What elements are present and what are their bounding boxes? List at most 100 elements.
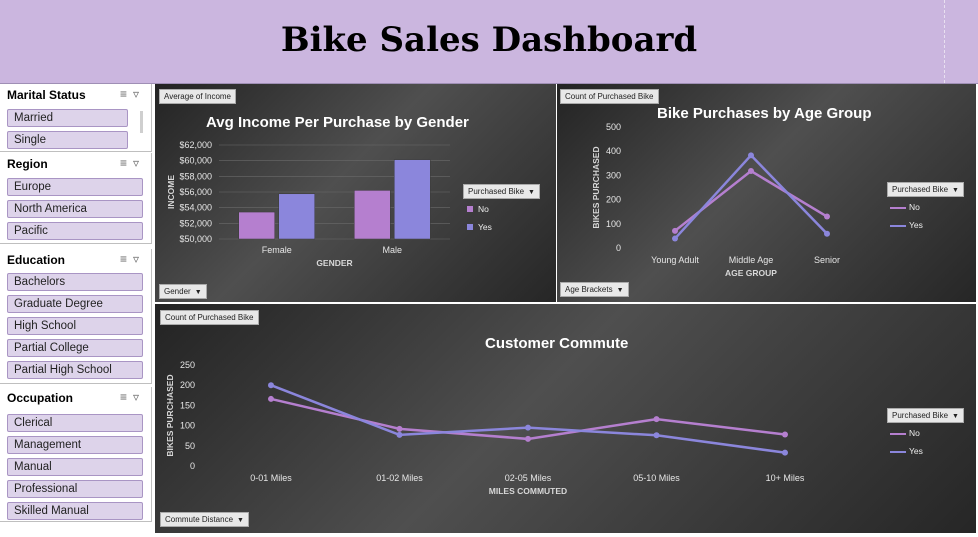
- legend-item-no: No: [890, 426, 923, 444]
- slicer-item-professional[interactable]: Professional: [7, 480, 143, 498]
- y-tick-label: $54,000: [179, 203, 212, 213]
- clear-filter-icon[interactable]: ▿: [133, 252, 145, 266]
- point-yes-1: [748, 152, 754, 159]
- legend-label: No: [909, 428, 920, 438]
- legend-swatch: [890, 450, 906, 453]
- chart-legend: No Yes: [467, 202, 492, 238]
- axis-field-label: Gender: [164, 287, 191, 296]
- point-yes-2: [525, 424, 531, 431]
- legend-label: Yes: [478, 222, 492, 232]
- y-tick-label: 0: [616, 243, 621, 253]
- legend-item-no: No: [890, 200, 923, 218]
- y-tick-label: $52,000: [179, 218, 212, 228]
- dropdown-arrow-icon: ▼: [237, 517, 244, 524]
- legend-item-no: No: [467, 202, 492, 220]
- x-tick-label: Young Adult: [651, 255, 699, 265]
- multi-select-icon[interactable]: ≡: [120, 252, 133, 266]
- slicer-item-graduate-degree[interactable]: Graduate Degree: [7, 295, 143, 313]
- x-tick-label: Middle Age: [729, 255, 774, 265]
- legend-label: No: [478, 204, 489, 214]
- legend-swatch: [890, 432, 906, 435]
- clear-filter-icon[interactable]: ▿: [133, 156, 145, 170]
- slicer-region: Region ≡▿ Europe North America Pacific: [0, 153, 152, 244]
- point-yes-0: [268, 382, 274, 389]
- slicer-item-high-school[interactable]: High School: [7, 317, 143, 335]
- slicer-item-management[interactable]: Management: [7, 436, 143, 454]
- slicer-scrollbar[interactable]: [140, 111, 143, 133]
- y-tick-label: 500: [606, 122, 621, 132]
- slicer-title: Occupation: [7, 391, 74, 405]
- slicer-item-married[interactable]: Married: [7, 109, 128, 127]
- x-axis-label: GENDER: [316, 258, 352, 268]
- x-axis-label: MILES COMMUTED: [489, 486, 567, 496]
- x-tick-label: 10+ Miles: [766, 473, 805, 483]
- y-tick-label: $50,000: [179, 234, 212, 244]
- slicer-header: Region ≡▿: [0, 153, 151, 175]
- slicer-item-skilled-manual[interactable]: Skilled Manual: [7, 502, 143, 520]
- slicer-item-single[interactable]: Single: [7, 131, 128, 149]
- point-yes-2: [824, 230, 830, 237]
- dropdown-arrow-icon: ▼: [194, 289, 202, 296]
- series-line-yes: [674, 153, 828, 240]
- y-tick-label: $60,000: [179, 156, 212, 166]
- y-tick-label: 400: [606, 146, 621, 156]
- slicer-item-europe[interactable]: Europe: [7, 178, 143, 196]
- legend-title: Purchased Bike: [892, 411, 949, 420]
- chart-legend: No Yes: [890, 200, 923, 236]
- slicer-title: Education: [7, 253, 66, 267]
- bar-no-female: [238, 211, 275, 240]
- income-chart-panel: Average of Income Avg Income Per Purchas…: [155, 84, 556, 302]
- legend-field-button[interactable]: Purchased Bike ▼: [463, 184, 540, 199]
- legend-field-button[interactable]: Purchased Bike ▼: [887, 408, 964, 423]
- axis-field-button[interactable]: Age Brackets ▼: [560, 282, 629, 297]
- slicer-education: Education ≡▿ Bachelors Graduate Degree H…: [0, 249, 152, 384]
- multi-select-icon[interactable]: ≡: [120, 390, 133, 404]
- x-tick-label: Female: [262, 245, 292, 255]
- point-no-3: [653, 416, 660, 423]
- axis-field-label: Age Brackets: [565, 285, 613, 294]
- multi-select-icon[interactable]: ≡: [120, 156, 133, 170]
- point-no-1: [748, 168, 754, 175]
- y-axis-label: BIKES PURCHASED: [165, 374, 175, 456]
- clear-filter-icon[interactable]: ▿: [133, 87, 145, 101]
- slicer-item-partial-college[interactable]: Partial College: [7, 339, 143, 357]
- y-tick-label: 0: [190, 461, 195, 471]
- point-no-2: [824, 213, 830, 220]
- y-tick-label: 200: [180, 380, 195, 390]
- y-tick-label: 300: [606, 170, 621, 180]
- legend-swatch: [467, 224, 473, 230]
- axis-field-button[interactable]: Commute Distance ▼: [160, 512, 249, 527]
- slicer-item-manual[interactable]: Manual: [7, 458, 143, 476]
- slicer-item-bachelors[interactable]: Bachelors: [7, 273, 143, 291]
- legend-field-button[interactable]: Purchased Bike ▼: [887, 182, 964, 197]
- y-tick-label: 50: [185, 441, 195, 451]
- y-axis-label: INCOME: [166, 175, 176, 209]
- slicer-item-partial-high-school[interactable]: Partial High School: [7, 361, 143, 379]
- point-yes-1: [396, 431, 403, 438]
- y-tick-label: 150: [180, 400, 195, 410]
- legend-label: No: [909, 202, 920, 212]
- commute-chart-panel: Count of Purchased Bike Customer Commute…: [155, 304, 976, 533]
- point-no-0: [672, 227, 678, 234]
- legend-swatch: [890, 206, 906, 209]
- dropdown-arrow-icon: ▼: [952, 413, 959, 420]
- x-tick-label: 05-10 Miles: [633, 473, 680, 483]
- x-tick-label: Male: [382, 245, 402, 255]
- point-yes-3: [653, 432, 660, 439]
- point-no-1: [396, 425, 403, 432]
- y-axis-label: BIKES PURCHASED: [591, 146, 601, 228]
- y-tick-label: 100: [606, 219, 621, 229]
- slicer-item-pacific[interactable]: Pacific: [7, 222, 143, 240]
- clear-filter-icon[interactable]: ▿: [133, 390, 145, 404]
- slicer-marital-status: Marital Status ≡▿ Married Single: [0, 84, 152, 152]
- slicer-item-clerical[interactable]: Clerical: [7, 414, 143, 432]
- series-line-no: [270, 397, 786, 441]
- page-break-line: [944, 0, 945, 83]
- x-tick-label: 01-02 Miles: [376, 473, 423, 483]
- slicer-item-north-america[interactable]: North America: [7, 200, 143, 218]
- legend-item-yes: Yes: [890, 444, 923, 462]
- axis-field-button[interactable]: Gender ▼: [159, 284, 207, 299]
- point-no-0: [268, 395, 274, 402]
- point-no-4: [782, 431, 788, 438]
- multi-select-icon[interactable]: ≡: [120, 87, 133, 101]
